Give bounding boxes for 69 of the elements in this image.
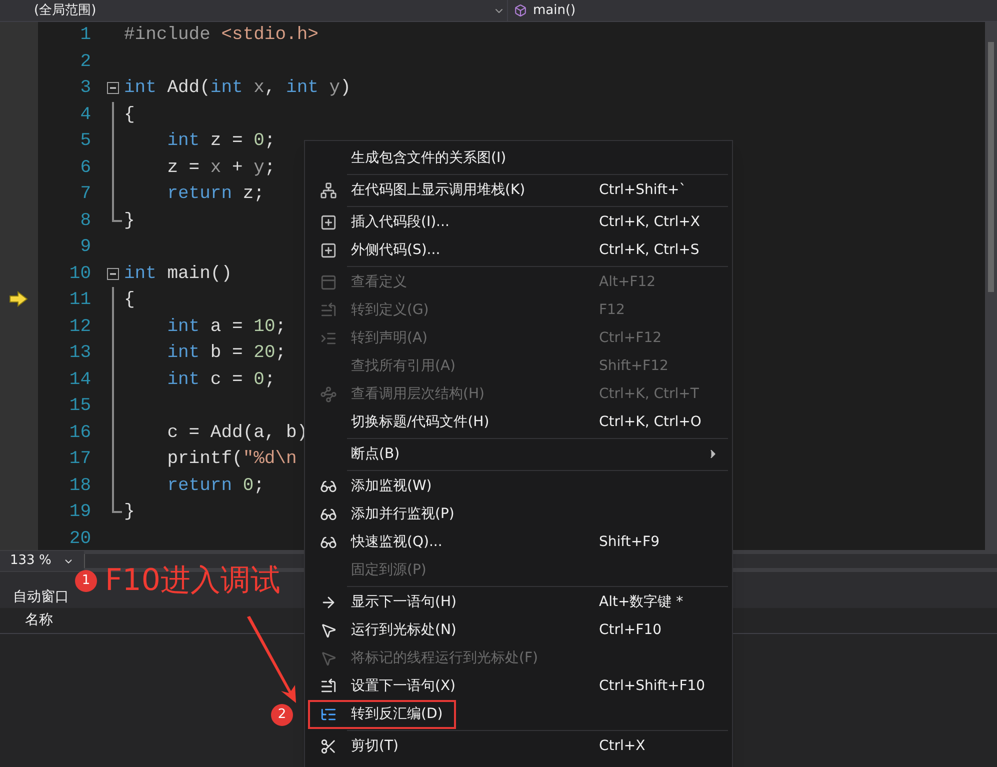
- code-line: int c = 0;: [166, 368, 276, 392]
- menu-label: 剪切(T): [351, 736, 400, 756]
- menu-label: 运行到光标处(N): [351, 620, 458, 640]
- line-number: 8: [79, 210, 91, 232]
- line-number: 2: [79, 50, 91, 74]
- code-line: return z;: [166, 183, 264, 206]
- menu-label: 切换标题/代码文件(H): [351, 412, 490, 432]
- menu-label: 在代码图上显示调用堆栈(K): [351, 180, 526, 200]
- menu-label: 查看定义: [351, 272, 408, 292]
- code-line: {: [124, 104, 135, 126]
- menu-label: 添加并行监视(P): [351, 504, 456, 524]
- line-number: 17: [68, 448, 91, 471]
- code-line: int main(): [124, 262, 232, 286]
- menu-label: 转到定义(G): [351, 300, 430, 320]
- shortcut-text: Ctrl+K, Ctrl+T: [599, 384, 699, 404]
- line-number: 5: [79, 130, 91, 153]
- line-number: 6: [79, 156, 91, 180]
- line-number: 10: [68, 262, 91, 286]
- line-number: 15: [68, 395, 91, 418]
- line-number: 7: [79, 183, 91, 206]
- menu-label: 查看调用层次结构(H): [351, 384, 486, 404]
- line-number: 19: [68, 501, 91, 524]
- line-number: 18: [68, 474, 91, 498]
- code-line: int b = 20;: [166, 342, 286, 365]
- menu-label: 固定到源(P): [351, 560, 428, 580]
- line-number: 4: [79, 104, 91, 126]
- line-number: 20: [68, 528, 91, 550]
- line-number: 12: [68, 316, 91, 338]
- menu-label: 转到反汇编(D): [351, 704, 444, 724]
- menu-label: 快速监视(Q)...: [351, 532, 444, 552]
- shortcut-text: Ctrl+Shift+`: [599, 180, 686, 200]
- shortcut-text: F12: [599, 300, 625, 320]
- menu-label: 添加监视(W): [351, 476, 433, 496]
- code-line: printf("%d\n: [166, 448, 297, 471]
- line-number: 13: [68, 342, 91, 365]
- code-line: {: [124, 289, 135, 312]
- shortcut-text: Ctrl+F12: [599, 328, 662, 348]
- code-line: z = x + y;: [166, 156, 276, 180]
- menu-label: 插入代码段(I)...: [351, 212, 450, 232]
- code-line: #include <stdio.h>: [124, 24, 318, 47]
- code-line: int z = 0;: [166, 130, 276, 153]
- shortcut-text: Shift+F12: [599, 356, 668, 376]
- shortcut-text: Ctrl+K, Ctrl+O: [599, 412, 702, 432]
- code-line: }: [124, 210, 135, 232]
- code-line: }: [124, 501, 135, 524]
- line-number: 3: [79, 77, 91, 100]
- shortcut-text: Ctrl+F10: [599, 620, 662, 640]
- line-number: 14: [68, 368, 91, 392]
- line-number: 16: [68, 422, 91, 444]
- shortcut-text: Ctrl+X: [599, 736, 646, 756]
- shortcut-text: Ctrl+K, Ctrl+S: [599, 240, 700, 260]
- menu-label: 将标记的线程运行到光标处(F): [351, 648, 539, 668]
- line-number: 9: [79, 236, 91, 259]
- code-line: return 0;: [166, 474, 264, 498]
- line-number: 11: [68, 289, 91, 312]
- code-line: int Add(int x, int y): [124, 77, 351, 100]
- code-line: int a = 10;: [166, 316, 286, 338]
- shortcut-text: Alt+F12: [599, 272, 656, 292]
- menu-label: 查找所有引用(A): [351, 356, 457, 376]
- menu-label: 转到声明(A): [351, 328, 429, 348]
- menu-label: 生成包含文件的关系图(I): [351, 148, 508, 168]
- code-line: c = Add(a, b): [166, 422, 308, 444]
- shortcut-text: Shift+F9: [599, 532, 660, 552]
- shortcut-text: Ctrl+K, Ctrl+X: [599, 212, 700, 232]
- shortcut-text: Ctrl+Shift+F10: [599, 676, 706, 696]
- menu-label: 设置下一语句(X): [351, 676, 457, 696]
- line-number: 1: [79, 24, 91, 47]
- menu-label: 断点(B): [351, 444, 401, 464]
- menu-label: 外侧代码(S)...: [351, 240, 442, 260]
